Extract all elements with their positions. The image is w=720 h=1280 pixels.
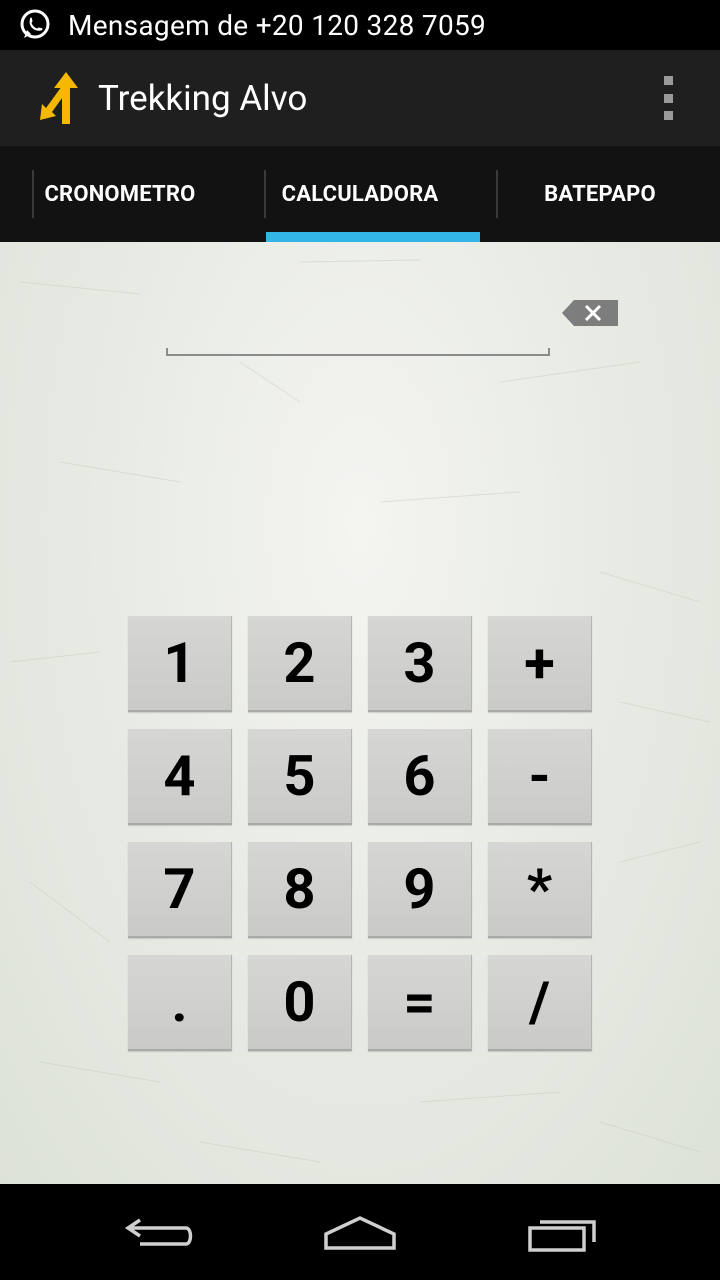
key-0[interactable]: 0 <box>248 955 352 1051</box>
home-icon[interactable] <box>320 1208 400 1256</box>
backspace-icon[interactable] <box>560 298 620 328</box>
app-screen: Mensagem de +20 120 328 7059 Trekking Al… <box>0 0 720 1280</box>
key-9[interactable]: 9 <box>368 842 472 938</box>
tab-divider <box>264 170 266 218</box>
keypad: 1 2 3 + 4 5 6 - 7 8 9 * . 0 = / <box>128 616 592 1051</box>
tab-selected-indicator <box>266 232 480 242</box>
calculator-panel: 1 2 3 + 4 5 6 - 7 8 9 * . 0 = / <box>0 242 720 1184</box>
tab-batepapo[interactable]: BATEPAPO <box>480 146 720 242</box>
tab-divider <box>32 170 34 218</box>
trekking-arrow-icon[interactable] <box>32 68 84 128</box>
back-icon[interactable] <box>120 1208 200 1256</box>
tab-label: CALCULADORA <box>281 181 439 207</box>
tab-divider <box>496 170 498 218</box>
tab-label: CRONOMETRO <box>44 181 196 207</box>
key-5[interactable]: 5 <box>248 729 352 825</box>
key-1[interactable]: 1 <box>128 616 232 712</box>
key-3[interactable]: 3 <box>368 616 472 712</box>
tab-bar: CRONOMETRO CALCULADORA BATEPAPO <box>0 146 720 242</box>
system-nav-bar <box>0 1184 720 1280</box>
overflow-menu-icon[interactable] <box>656 76 680 120</box>
status-bar: Mensagem de +20 120 328 7059 <box>0 0 720 50</box>
key-plus[interactable]: + <box>488 616 592 712</box>
action-bar: Trekking Alvo <box>0 50 720 146</box>
notification-text: Mensagem de +20 120 328 7059 <box>68 8 487 42</box>
key-divide[interactable]: / <box>488 955 592 1051</box>
whatsapp-icon <box>18 8 52 42</box>
calculator-display-input[interactable] <box>166 318 550 356</box>
key-equals[interactable]: = <box>368 955 472 1051</box>
key-6[interactable]: 6 <box>368 729 472 825</box>
key-4[interactable]: 4 <box>128 729 232 825</box>
tab-cronometro[interactable]: CRONOMETRO <box>0 146 240 242</box>
tab-calculadora[interactable]: CALCULADORA <box>240 146 480 242</box>
key-minus[interactable]: - <box>488 729 592 825</box>
tab-label: BATEPAPO <box>544 181 656 207</box>
key-multiply[interactable]: * <box>488 842 592 938</box>
key-2[interactable]: 2 <box>248 616 352 712</box>
recent-apps-icon[interactable] <box>520 1208 600 1256</box>
key-7[interactable]: 7 <box>128 842 232 938</box>
app-title: Trekking Alvo <box>98 77 308 119</box>
key-8[interactable]: 8 <box>248 842 352 938</box>
key-decimal[interactable]: . <box>128 955 232 1051</box>
